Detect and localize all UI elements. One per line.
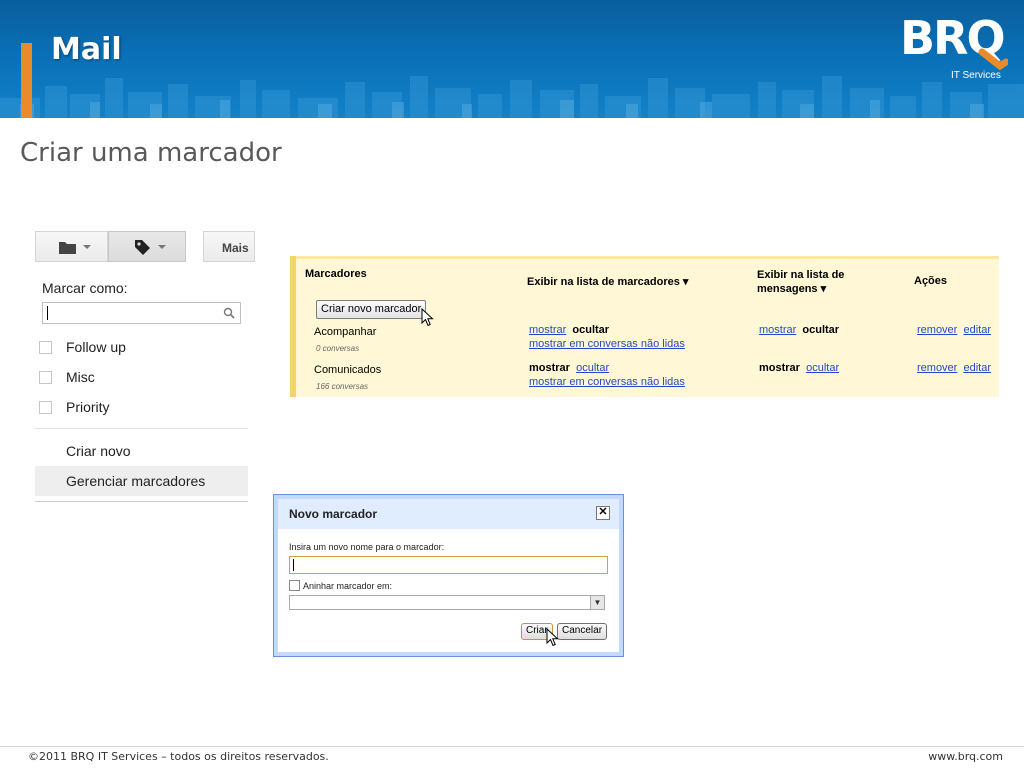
new-label-dialog: Novo marcador ✕ Insira um novo nome para… xyxy=(273,494,624,657)
label-as-heading: Marcar como: xyxy=(42,280,128,296)
sort-arrow-icon: ▾ xyxy=(682,276,689,288)
footer-copyright: ©2011 BRQ IT Services – todos os direito… xyxy=(28,750,329,763)
column-header-labels: Marcadores xyxy=(305,268,367,280)
menu-item-label: Criar novo xyxy=(66,443,131,459)
hide-link[interactable]: ocultar xyxy=(806,362,839,374)
label-checkbox[interactable] xyxy=(39,401,52,414)
nest-checkbox[interactable] xyxy=(289,580,300,591)
dialog-body: Insira um novo nome para o marcador: Ani… xyxy=(278,529,619,652)
folder-icon xyxy=(59,242,76,254)
title-accent-bar xyxy=(21,43,32,118)
show-link[interactable]: mostrar xyxy=(529,324,566,336)
label-checkbox[interactable] xyxy=(39,371,52,384)
edit-link[interactable]: editar xyxy=(963,324,991,336)
nest-label-option[interactable]: Aninhar marcador em: xyxy=(289,580,392,591)
name-field-label: Insira um novo nome para o marcador: xyxy=(289,542,445,552)
text-cursor xyxy=(47,306,48,320)
more-button[interactable]: Mais xyxy=(203,231,255,262)
menu-divider xyxy=(35,428,248,429)
slide-title: Mail xyxy=(51,32,122,67)
show-current: mostrar xyxy=(529,362,570,374)
label-actions: remover editar xyxy=(917,324,991,336)
label-item-misc[interactable]: Misc xyxy=(35,364,248,390)
column-header-show-in-label-list[interactable]: Exibir na lista de marcadores ▾ xyxy=(527,275,688,288)
header-text: mensagens xyxy=(757,283,818,295)
label-list-visibility: mostrar ocultar xyxy=(529,362,609,374)
header-text: Exibir na lista de xyxy=(757,269,845,281)
header-text: Exibir na lista de marcadores xyxy=(527,276,680,288)
show-if-unread-link[interactable]: mostrar em conversas não lidas xyxy=(529,376,685,388)
label-menu: Mais Marcar como: Follow up Misc Priorit… xyxy=(35,230,255,505)
create-new-label-button[interactable]: Criar novo marcador xyxy=(316,300,427,319)
hide-link[interactable]: ocultar xyxy=(576,362,609,374)
link-text[interactable]: mostrar em conversas não lidas xyxy=(529,376,685,388)
link-text[interactable]: mostrar em conversas não lidas xyxy=(529,338,685,350)
label-row-count: 0 conversas xyxy=(316,344,360,353)
table-top-border xyxy=(296,256,999,259)
menu-item-label: Gerenciar marcadores xyxy=(66,473,206,489)
label-name-input[interactable] xyxy=(289,556,608,574)
chevron-down-icon xyxy=(83,245,91,249)
label-search-input[interactable] xyxy=(42,302,241,324)
remove-link[interactable]: remover xyxy=(917,362,957,374)
header-banner: Mail BRQ IT Services xyxy=(0,0,1024,118)
mouse-pointer-icon xyxy=(421,308,434,327)
hide-current: ocultar xyxy=(572,324,610,336)
hide-current: ocultar xyxy=(802,324,840,336)
label-item-priority[interactable]: Priority xyxy=(35,394,248,420)
mouse-pointer-icon xyxy=(546,628,559,647)
city-skyline-decoration xyxy=(0,76,1024,118)
label-row-name: Comunicados xyxy=(314,364,382,376)
message-list-visibility: mostrar ocultar xyxy=(759,324,839,336)
label-actions: remover editar xyxy=(917,362,991,374)
create-new-label-menu-item[interactable]: Criar novo xyxy=(35,436,248,466)
close-icon[interactable]: ✕ xyxy=(596,506,610,520)
footer-website: www.brq.com xyxy=(928,750,1003,763)
label-checkbox[interactable] xyxy=(39,341,52,354)
label-item-text: Follow up xyxy=(66,339,126,355)
label-row-name: Acompanhar xyxy=(314,326,377,338)
column-header-show-in-message-list[interactable]: Exibir na lista de mensagens ▾ xyxy=(757,268,844,296)
column-header-actions: Ações xyxy=(914,275,948,287)
dialog-titlebar: Novo marcador ✕ xyxy=(278,499,619,529)
menu-bottom-border xyxy=(35,501,248,502)
tag-icon xyxy=(135,240,150,255)
move-to-folder-button[interactable] xyxy=(35,231,108,262)
slide-subtitle: Criar uma marcador xyxy=(20,138,282,168)
logo-subtitle: IT Services xyxy=(951,70,1001,81)
edit-link[interactable]: editar xyxy=(963,362,991,374)
label-item-text: Misc xyxy=(66,369,95,385)
dialog-title: Novo marcador xyxy=(289,507,378,521)
parent-label-select[interactable]: ▼ xyxy=(289,595,605,610)
label-item-text: Priority xyxy=(66,399,110,415)
chevron-down-icon: ▼ xyxy=(590,596,604,609)
sort-arrow-icon: ▾ xyxy=(820,283,827,295)
search-icon xyxy=(223,307,235,319)
label-row-count: 166 conversas xyxy=(316,382,369,391)
show-current: mostrar xyxy=(759,362,800,374)
label-item-follow-up[interactable]: Follow up xyxy=(35,334,248,360)
cancel-button[interactable]: Cancelar xyxy=(557,623,608,640)
labels-button[interactable] xyxy=(108,231,186,262)
show-link[interactable]: mostrar xyxy=(759,324,796,336)
chevron-down-icon xyxy=(158,245,166,249)
text-cursor xyxy=(293,559,294,571)
footer-divider xyxy=(0,746,1024,747)
nest-checkbox-label: Aninhar marcador em: xyxy=(303,581,393,591)
message-list-visibility: mostrar ocultar xyxy=(759,362,839,374)
manage-labels-menu-item[interactable]: Gerenciar marcadores xyxy=(35,466,248,496)
label-list-visibility: mostrar ocultar xyxy=(529,324,609,336)
remove-link[interactable]: remover xyxy=(917,324,957,336)
show-if-unread-link[interactable]: mostrar em conversas não lidas xyxy=(529,338,685,350)
labels-settings-table: Marcadores Exibir na lista de marcadores… xyxy=(290,256,999,397)
